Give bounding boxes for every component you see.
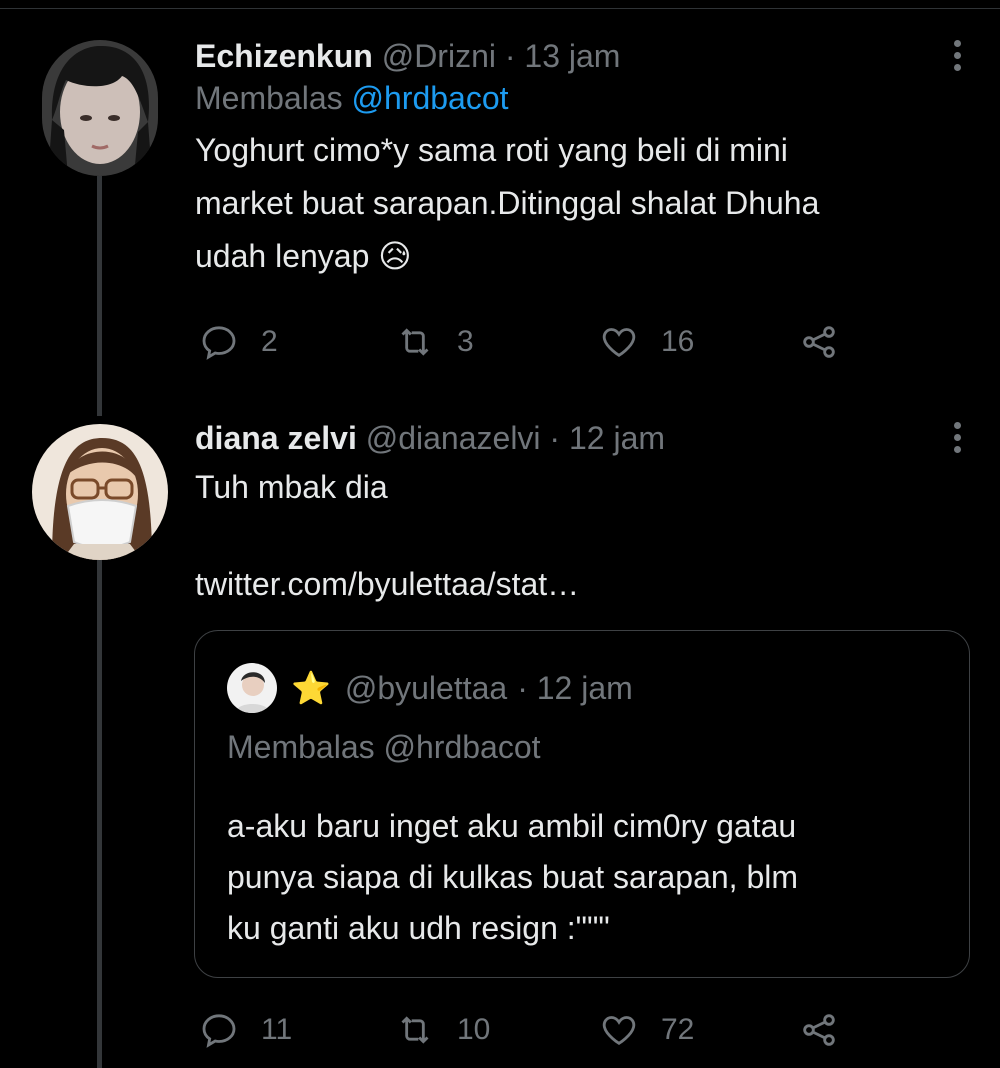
quoted-text-line: punya siapa di kulkas buat sarapan, blm <box>227 859 799 895</box>
retweet-button[interactable]: 3 <box>395 320 474 364</box>
like-button[interactable]: 16 <box>599 320 694 364</box>
avatar[interactable] <box>42 40 158 176</box>
reply-count: 2 <box>261 325 278 358</box>
tweet-link[interactable]: twitter.com/byulettaa/stat… <box>195 562 955 606</box>
retweet-button[interactable]: 10 <box>395 1008 490 1052</box>
like-count: 72 <box>661 1013 695 1046</box>
reply-button[interactable]: 2 <box>199 320 278 364</box>
quoted-username[interactable]: @byulettaa <box>345 666 507 710</box>
tweet-text: Tuh mbak dia <box>195 469 388 505</box>
share-button[interactable] <box>799 1008 861 1052</box>
tweet-text-line: market buat sarapan.Ditinggal shalat Dhu… <box>195 185 820 221</box>
heart-icon <box>602 1016 636 1046</box>
replying-to-label: Membalas <box>195 80 343 116</box>
tweet-text-line: Yoghurt cimo*y sama roti yang beli di mi… <box>195 132 788 168</box>
more-icon[interactable] <box>952 40 962 76</box>
quoted-replying-to: Membalas @hrdbacot <box>227 729 541 765</box>
display-name[interactable]: diana zelvi <box>195 420 357 456</box>
thread-connector-line <box>97 176 102 416</box>
tweet-1[interactable]: Echizenkun @Drizni · 13 jam Membalas @hr… <box>195 36 955 283</box>
top-divider <box>0 0 1000 9</box>
mention-link[interactable]: @hrdbacot <box>352 80 509 116</box>
timestamp[interactable]: · 13 jam <box>505 38 621 74</box>
retweet-count: 3 <box>457 325 474 358</box>
tweet-text-line: udah lenyap 😥 <box>195 238 412 274</box>
username[interactable]: @dianazelvi <box>366 420 541 456</box>
reply-count: 11 <box>261 1013 293 1046</box>
like-count: 16 <box>661 325 695 358</box>
avatar[interactable] <box>32 424 168 560</box>
share-icon <box>803 1014 835 1046</box>
timestamp[interactable]: · 12 jam <box>549 420 665 456</box>
quoted-tweet-header: ⭐ @byulettaa · 12 jam <box>227 663 633 713</box>
share-button[interactable] <box>799 320 861 364</box>
reply-button[interactable]: 11 <box>199 1008 292 1052</box>
star-emoji: ⭐ <box>291 670 331 706</box>
quoted-tweet-text: a-aku baru inget aku ambil cim0ry gatau … <box>227 801 947 954</box>
retweet-count: 10 <box>457 1013 491 1046</box>
tweet-2[interactable]: diana zelvi @dianazelvi · 12 jam Tuh mba… <box>195 418 955 606</box>
thread-connector-line <box>97 560 102 1068</box>
tweet-actions: 11 10 72 <box>195 1008 855 1052</box>
tweet-actions: 2 3 16 <box>195 320 855 364</box>
reply-icon <box>202 1014 236 1048</box>
share-icon <box>803 326 835 358</box>
retweet-icon <box>401 328 429 356</box>
quoted-tweet-card[interactable]: ⭐ @byulettaa · 12 jam Membalas @hrdbacot… <box>194 630 970 978</box>
reply-icon <box>202 326 236 360</box>
tweet-text: Yoghurt cimo*y sama roti yang beli di mi… <box>195 124 955 283</box>
replying-to: Membalas @hrdbacot <box>195 78 955 118</box>
more-icon[interactable] <box>952 422 962 458</box>
quoted-text-line: a-aku baru inget aku ambil cim0ry gatau <box>227 808 797 844</box>
quoted-timestamp: · 12 jam <box>517 670 633 706</box>
retweet-icon <box>401 1016 429 1044</box>
display-name[interactable]: Echizenkun <box>195 38 373 74</box>
like-button[interactable]: 72 <box>599 1008 694 1052</box>
username[interactable]: @Drizni <box>382 38 496 74</box>
quoted-text-line: ku ganti aku udh resign :""" <box>227 910 610 946</box>
quoted-avatar[interactable] <box>227 663 277 713</box>
heart-icon <box>602 328 636 358</box>
